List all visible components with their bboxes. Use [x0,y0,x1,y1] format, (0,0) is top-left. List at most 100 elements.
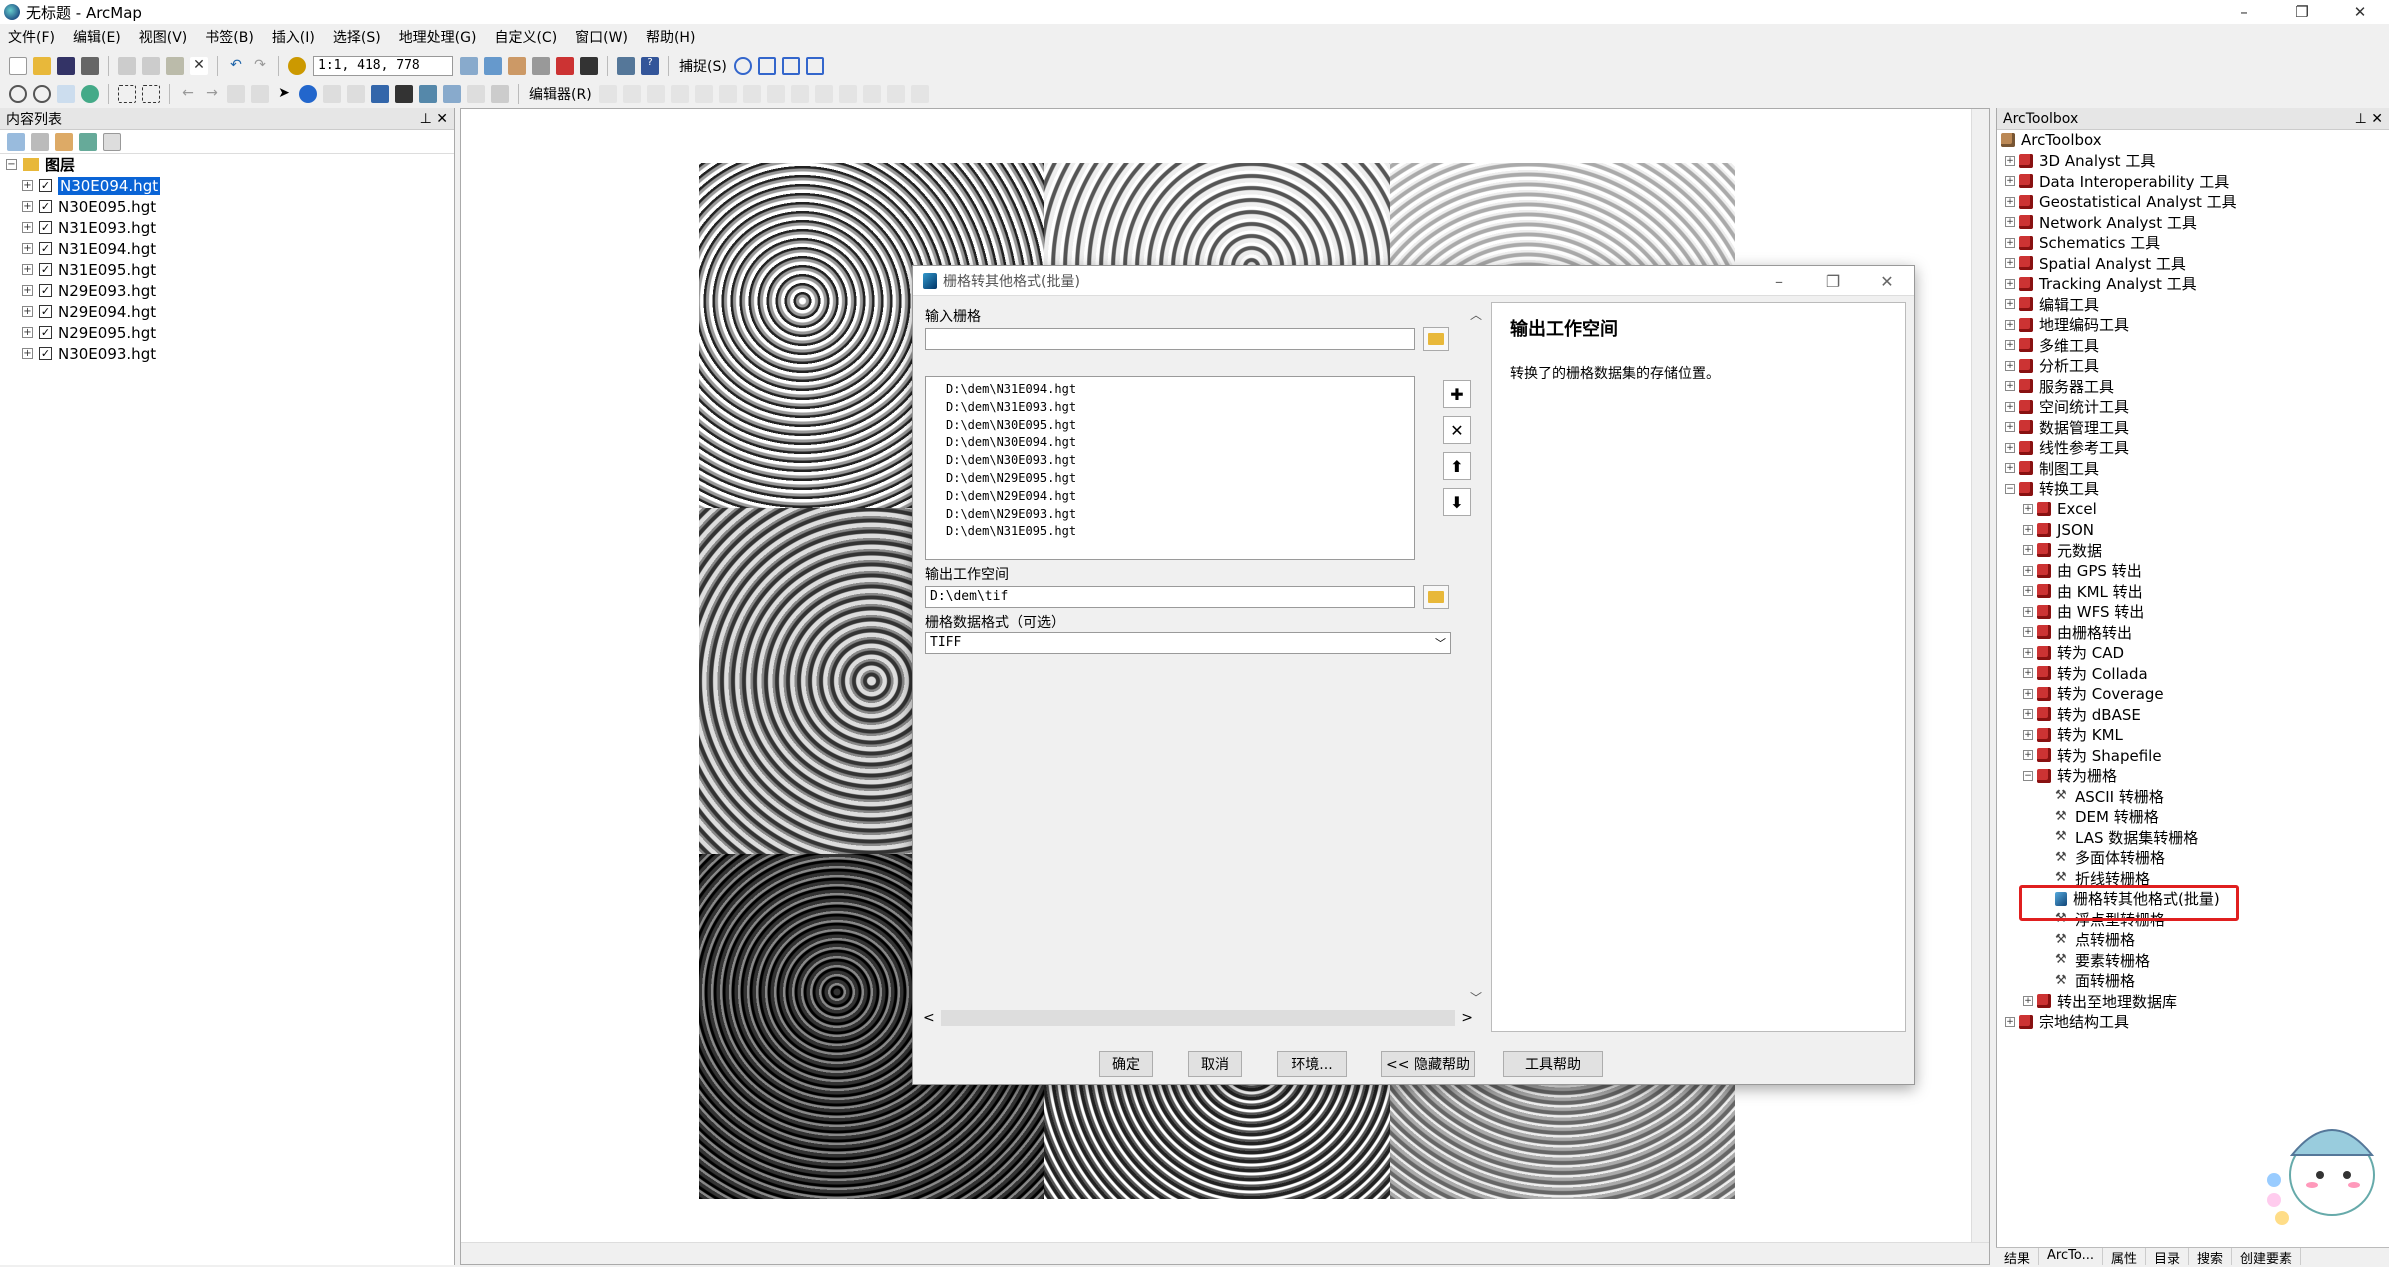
expand-icon[interactable]: + [2005,463,2015,473]
print-icon[interactable] [81,57,99,75]
toolset-item[interactable]: +3D Analyst 工具 [2001,151,2389,172]
layer-row[interactable]: +✓N29E094.hgt [0,301,454,322]
redo-icon[interactable]: ↷ [251,57,269,75]
layer-row[interactable]: +✓N30E095.hgt [0,196,454,217]
list-by-selection-icon[interactable] [79,133,97,151]
panel-tab[interactable]: 属性 [2103,1248,2146,1265]
rotate-icon[interactable] [839,85,857,103]
toolset-item[interactable]: +Geostatistical Analyst 工具 [2001,192,2389,213]
expand-icon[interactable]: + [22,285,33,296]
fixed-zoom-in-icon[interactable] [118,85,136,103]
search-window-icon[interactable] [532,57,550,75]
ok-button[interactable]: 确定 [1099,1051,1153,1077]
toolset-item[interactable]: +Schematics 工具 [2001,233,2389,254]
viewer-icon[interactable] [491,85,509,103]
layer-row[interactable]: +✓N31E094.hgt [0,238,454,259]
layer-visibility-checkbox[interactable]: ✓ [39,200,52,213]
expand-icon[interactable]: + [2023,566,2033,576]
expand-icon[interactable]: + [2005,443,2015,453]
output-browse-button[interactable] [1423,585,1449,609]
edit-annotation-icon[interactable] [623,85,641,103]
menu-help[interactable]: 帮助(H) [646,27,695,47]
layer-row[interactable]: +✓N30E093.hgt [0,343,454,364]
toolset-item[interactable]: +Tracking Analyst 工具 [2001,274,2389,295]
tool-item[interactable]: ⚒ASCII 转栅格 [2001,786,2389,807]
toolset-item[interactable]: +空间统计工具 [2001,397,2389,418]
chevron-down-icon[interactable]: ﹀ [1466,989,1486,1006]
menu-bookmarks[interactable]: 书签(B) [205,27,254,47]
copy-icon[interactable] [142,57,160,75]
toolset-item[interactable]: +分析工具 [2001,356,2389,377]
select-features-icon[interactable] [227,85,245,103]
expand-icon[interactable]: + [2005,361,2015,371]
expand-icon[interactable]: + [2023,545,2033,555]
toolbox-root[interactable]: ArcToolbox [2001,130,2389,151]
expand-icon[interactable]: + [2005,258,2015,268]
toolset-subitem[interactable]: +转为 Coverage [2001,684,2389,705]
expand-icon[interactable]: + [2005,197,2015,207]
panel-tab[interactable]: 搜索 [2189,1248,2232,1265]
input-list-item[interactable]: D:\dem\N31E094.hgt [946,381,1394,399]
tool-item[interactable]: ⚒多面体转栅格 [2001,848,2389,869]
layer-row[interactable]: +✓N31E095.hgt [0,259,454,280]
zoom-out-icon[interactable] [33,85,51,103]
layer-visibility-checkbox[interactable]: ✓ [39,263,52,276]
save-icon[interactable] [57,57,75,75]
input-list-item[interactable]: D:\dem\N29E094.hgt [946,488,1394,506]
list-by-source-icon[interactable] [31,133,49,151]
full-extent-icon[interactable] [81,85,99,103]
select-elements-icon[interactable]: ➤ [275,85,293,103]
sketch-properties-icon[interactable] [887,85,905,103]
forward-icon[interactable]: → [203,85,221,103]
tool-item[interactable]: ⚒DEM 转栅格 [2001,807,2389,828]
toolset-subitem[interactable]: +转为 Collada [2001,663,2389,684]
expand-icon[interactable]: + [2005,1017,2015,1027]
menu-edit[interactable]: 编辑(E) [73,27,121,47]
input-list-item[interactable]: D:\dem\N30E095.hgt [946,417,1394,435]
toolset-item[interactable]: +多维工具 [2001,335,2389,356]
dialog-minimize-button[interactable]: – [1752,266,1806,296]
environments-button[interactable]: 环境... [1277,1051,1347,1077]
edit-tool-icon[interactable] [599,85,617,103]
input-raster-field[interactable] [925,328,1415,350]
expand-icon[interactable]: + [22,243,33,254]
tool-item[interactable]: ⚒要素转栅格 [2001,950,2389,971]
vertex-snap-icon[interactable] [782,57,800,75]
dialog-close-button[interactable]: ✕ [1860,266,1914,296]
dialog-maximize-button[interactable]: ❐ [1806,266,1860,296]
open-icon[interactable] [33,57,51,75]
layer-visibility-checkbox[interactable]: ✓ [39,347,52,360]
expand-icon[interactable]: + [2023,730,2033,740]
expand-icon[interactable]: + [22,327,33,338]
edge-snap-icon[interactable] [806,57,824,75]
new-icon[interactable] [9,57,27,75]
measure-icon[interactable] [371,85,389,103]
panel-tab[interactable]: 目录 [2146,1248,2189,1265]
input-list-item[interactable]: D:\dem\N31E093.hgt [946,399,1394,417]
toolset-conversion[interactable]: −转换工具 [2001,479,2389,500]
expand-icon[interactable]: + [2023,586,2033,596]
expand-icon[interactable]: + [2023,996,2033,1006]
expand-icon[interactable]: + [2023,607,2033,617]
toolset-subitem[interactable]: +由 WFS 转出 [2001,602,2389,623]
undo-icon[interactable]: ↶ [227,57,245,75]
hide-help-button[interactable]: << 隐藏帮助 [1381,1051,1475,1077]
help-icon[interactable]: ? [641,57,659,75]
toolset-item[interactable]: +Spatial Analyst 工具 [2001,253,2389,274]
reshape-icon[interactable] [767,85,785,103]
layer-row[interactable]: +✓N29E095.hgt [0,322,454,343]
editor-label[interactable]: 编辑器(R) [529,84,592,104]
expand-icon[interactable]: + [2005,279,2015,289]
expand-icon[interactable]: + [22,222,33,233]
menu-insert[interactable]: 插入(I) [272,27,315,47]
expand-icon[interactable]: + [2023,689,2033,699]
toolset-subitem[interactable]: +由栅格转出 [2001,622,2389,643]
attributes-icon[interactable] [863,85,881,103]
edit-vertices-icon[interactable] [743,85,761,103]
layer-visibility-checkbox[interactable]: ✓ [39,284,52,297]
toolset-subitem[interactable]: +转为 dBASE [2001,704,2389,725]
input-list-item[interactable]: D:\dem\N29E095.hgt [946,470,1394,488]
layer-name[interactable]: N29E094.hgt [58,303,156,321]
parameters-vertical-scrollbar[interactable]: ︿ ﹀ [1466,306,1486,1006]
expand-icon[interactable]: + [2023,750,2033,760]
